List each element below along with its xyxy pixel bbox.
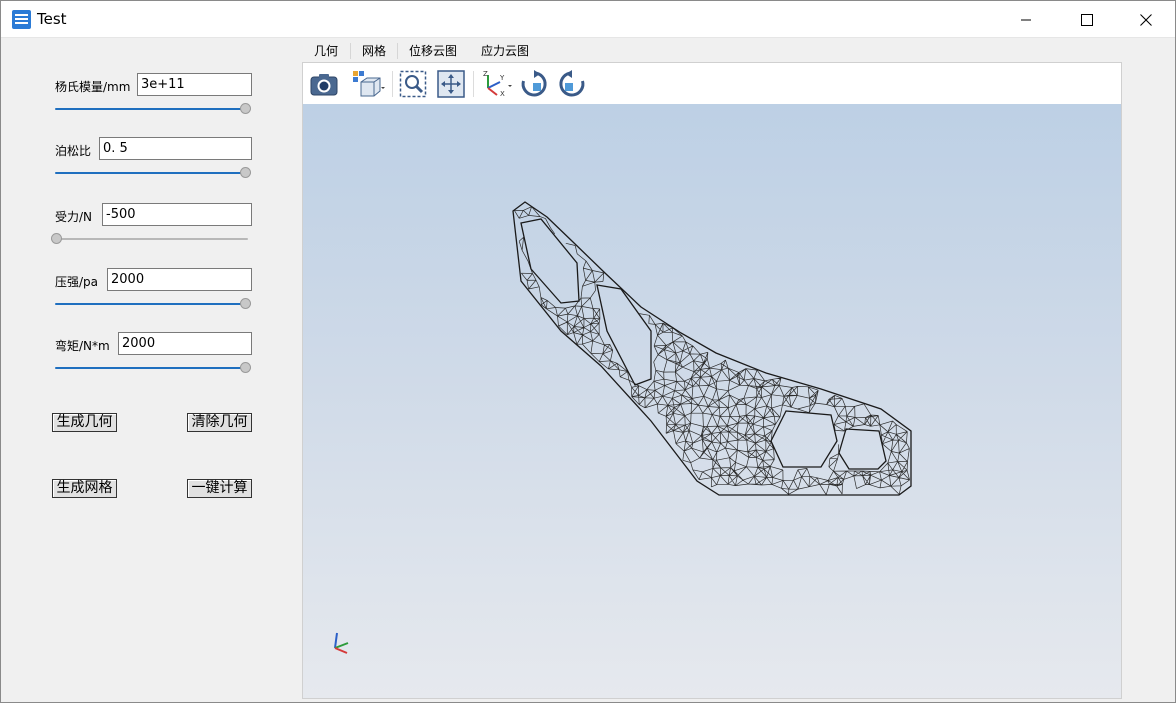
minimize-button[interactable]	[997, 1, 1055, 38]
generate-mesh-button[interactable]: 生成网格	[52, 479, 117, 498]
wireframe-mesh	[512, 201, 912, 496]
title-bar: Test	[1, 1, 1175, 38]
zoom-box-icon	[399, 70, 427, 98]
slider-track	[55, 108, 251, 110]
poisson-ratio-slider[interactable]	[55, 167, 251, 179]
slider-handle[interactable]	[240, 167, 251, 178]
rotate-clockwise-button[interactable]	[519, 70, 549, 98]
window-title: Test	[37, 10, 67, 28]
maximize-button[interactable]	[1058, 1, 1116, 38]
tab-stress-contour[interactable]: 应力云图	[471, 41, 539, 61]
axes-view-dropdown[interactable]: Z Y X	[479, 70, 515, 98]
moment-label: 弯矩/N*m	[55, 339, 110, 353]
axes-dropdown-icon: Z Y X	[483, 70, 512, 98]
toolbar-divider	[392, 71, 393, 97]
tab-displacement-contour[interactable]: 位移云图	[399, 41, 467, 61]
maximize-icon	[1081, 13, 1093, 26]
slider-track	[55, 367, 251, 369]
slider-handle[interactable]	[240, 298, 251, 309]
force-input[interactable]: -500	[102, 203, 252, 226]
view-cube-button[interactable]	[351, 70, 387, 98]
bracket-hole-outline	[838, 428, 887, 470]
tab-mesh[interactable]: 网格	[351, 41, 397, 61]
slider-handle[interactable]	[240, 362, 251, 373]
svg-text:Y: Y	[499, 74, 505, 82]
camera-icon	[310, 74, 338, 96]
right-margin	[1122, 62, 1174, 700]
tab-geometry[interactable]: 几何	[303, 41, 349, 61]
pressure-label: 压强/pa	[55, 275, 99, 289]
fit-all-button[interactable]	[436, 70, 466, 98]
fit-all-icon	[437, 70, 465, 98]
close-button[interactable]	[1117, 1, 1175, 38]
youngs-modulus-slider[interactable]	[55, 103, 251, 115]
one-click-compute-button[interactable]: 一键计算	[187, 479, 252, 498]
zoom-box-button[interactable]	[398, 70, 428, 98]
poisson-ratio-label: 泊松比	[55, 144, 92, 158]
rotate-cw-icon	[521, 70, 547, 97]
3d-viewport[interactable]	[303, 104, 1121, 698]
app-icon	[12, 10, 31, 29]
bracket-hole-outline	[520, 218, 580, 304]
model-viewer: Z Y X	[302, 62, 1122, 699]
force-slider[interactable]	[51, 233, 248, 245]
screenshot-button[interactable]	[309, 70, 339, 98]
slider-track	[55, 303, 251, 305]
slider-track	[55, 172, 251, 174]
svg-text:Z: Z	[483, 70, 488, 78]
viewer-toolbar: Z Y X	[303, 63, 1121, 104]
poisson-ratio-input[interactable]: 0. 5	[99, 137, 252, 160]
toolbar-divider	[473, 71, 474, 97]
rotate-ccw-icon	[559, 70, 585, 97]
close-icon	[1140, 13, 1152, 26]
view-cube-icon	[353, 71, 385, 97]
clear-geometry-button[interactable]: 清除几何	[187, 413, 252, 432]
bracket-hole-outline	[770, 410, 838, 468]
generate-geometry-button[interactable]: 生成几何	[52, 413, 117, 432]
slider-track	[51, 238, 248, 240]
moment-input[interactable]: 2000	[118, 332, 252, 355]
bracket-outline	[512, 201, 912, 496]
moment-slider[interactable]	[55, 362, 251, 374]
force-label: 受力/N	[55, 210, 93, 224]
minimize-icon	[1021, 19, 1031, 20]
svg-text:X: X	[500, 90, 505, 98]
youngs-modulus-label: 杨氏模量/mm	[55, 80, 131, 94]
slider-handle[interactable]	[51, 233, 62, 244]
youngs-modulus-input[interactable]: 3e+11	[137, 73, 252, 96]
pressure-input[interactable]: 2000	[107, 268, 252, 291]
rotate-counterclockwise-button[interactable]	[557, 70, 587, 98]
pressure-slider[interactable]	[55, 298, 251, 310]
app-window: Test 杨氏模量/mm 3e+11 泊松比 0. 5 受力/N -500 压强…	[0, 0, 1176, 703]
orientation-triad-icon	[334, 632, 349, 654]
slider-handle[interactable]	[240, 103, 251, 114]
tab-divider	[397, 43, 398, 59]
